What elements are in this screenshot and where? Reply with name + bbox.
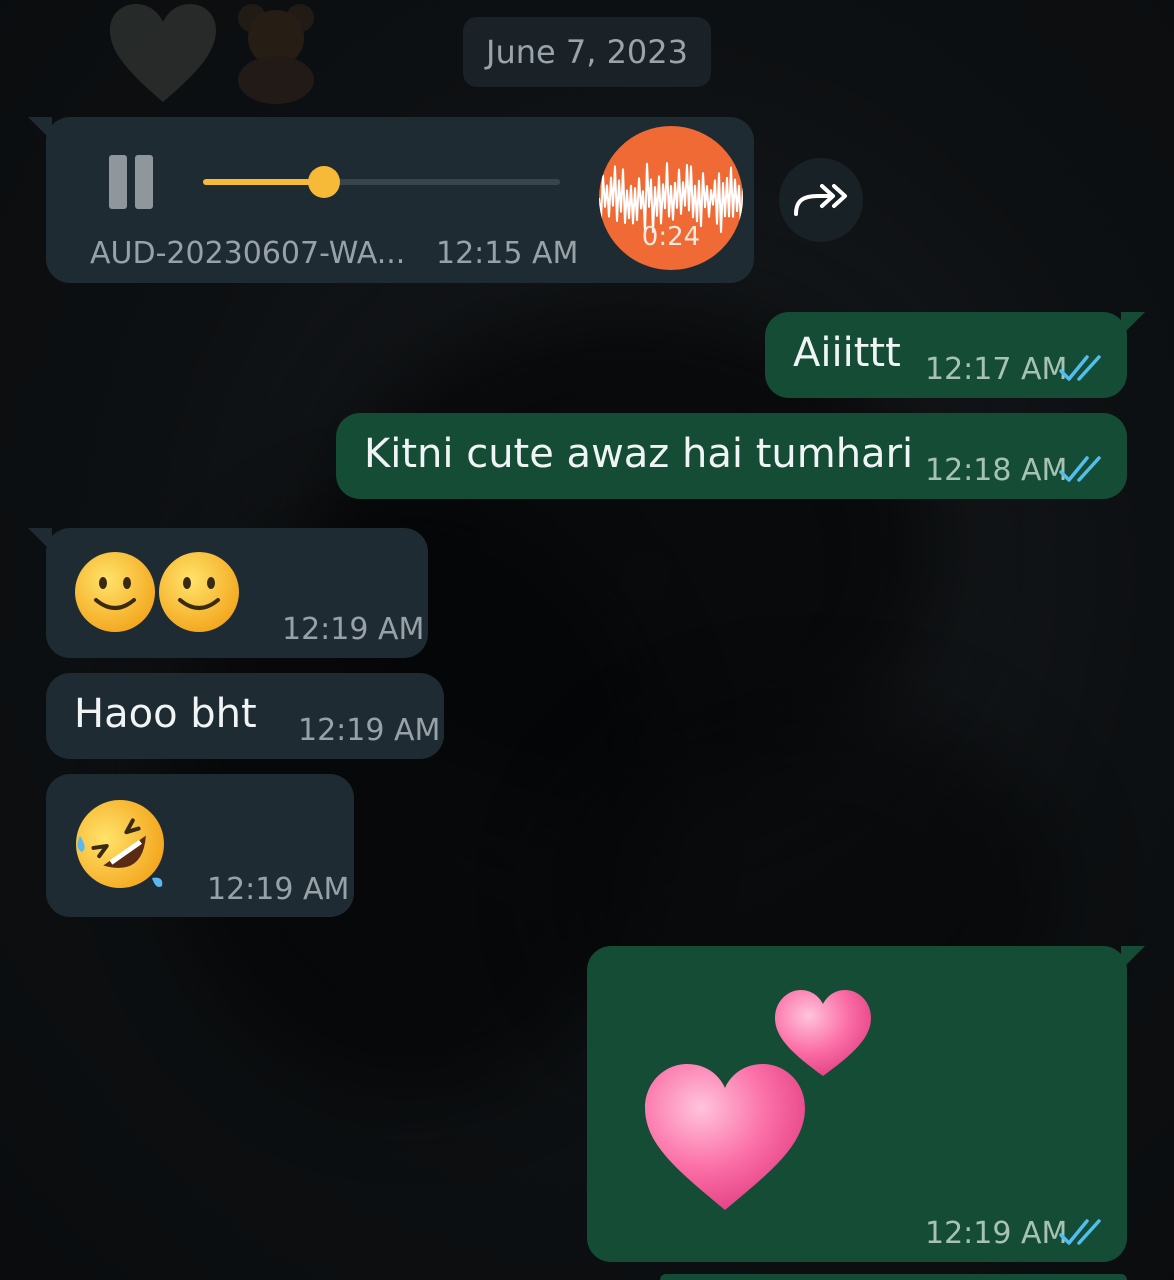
incoming-message-bubble[interactable]: Haoo bht 12:19 AM [46,673,444,759]
next-message-bubble-edge [660,1274,1127,1280]
incoming-message-bubble[interactable]: 12:19 AM [46,774,354,917]
audio-message-bubble[interactable]: AUD-20230607-WA... 12:15 AM 0:24 [28,117,754,283]
message-text: Aiiittt [793,330,901,376]
double-check-icon [1059,355,1101,381]
message-time: 12:19 AM [282,612,425,647]
message-time: 12:19 AM [298,713,441,748]
forward-button[interactable] [779,158,863,242]
two-hearts-icon [645,990,871,1210]
wallpaper-bear-icon [238,4,314,104]
audio-progress-slider[interactable] [203,166,560,198]
message-text: Kitni cute awaz hai tumhari [364,431,914,477]
forward-icon [794,184,847,216]
outgoing-message-bubble[interactable]: Kitni cute awaz hai tumhari 12:18 AM [336,413,1127,499]
pause-button[interactable] [104,154,160,210]
outgoing-message-bubble[interactable]: 12:19 AM [587,946,1145,1262]
message-time: 12:19 AM [207,872,350,907]
wallpaper-heart-icon [110,4,216,102]
message-text: Haoo bht [74,691,257,737]
message-time: 12:15 AM [436,236,579,271]
message-time: 12:19 AM [925,1216,1068,1251]
audio-progress-handle[interactable] [308,166,341,198]
message-time: 12:17 AM [925,352,1068,387]
date-separator: June 7, 2023 [463,17,711,87]
double-check-icon [1059,456,1101,482]
audio-file-name: AUD-20230607-WA... [90,236,406,271]
audio-duration: 0:24 [641,222,701,252]
incoming-message-bubble[interactable]: 12:19 AM [28,528,428,658]
outgoing-message-bubble[interactable]: Aiiittt 12:17 AM [765,312,1145,398]
rolling-on-floor-laughing-icon [76,800,164,888]
slightly-smiling-face-icon [75,552,239,632]
audio-cover-art[interactable]: 0:24 [599,126,743,270]
double-check-icon [1059,1219,1101,1245]
message-time: 12:18 AM [925,453,1068,488]
audio-progress-fill [203,179,325,185]
